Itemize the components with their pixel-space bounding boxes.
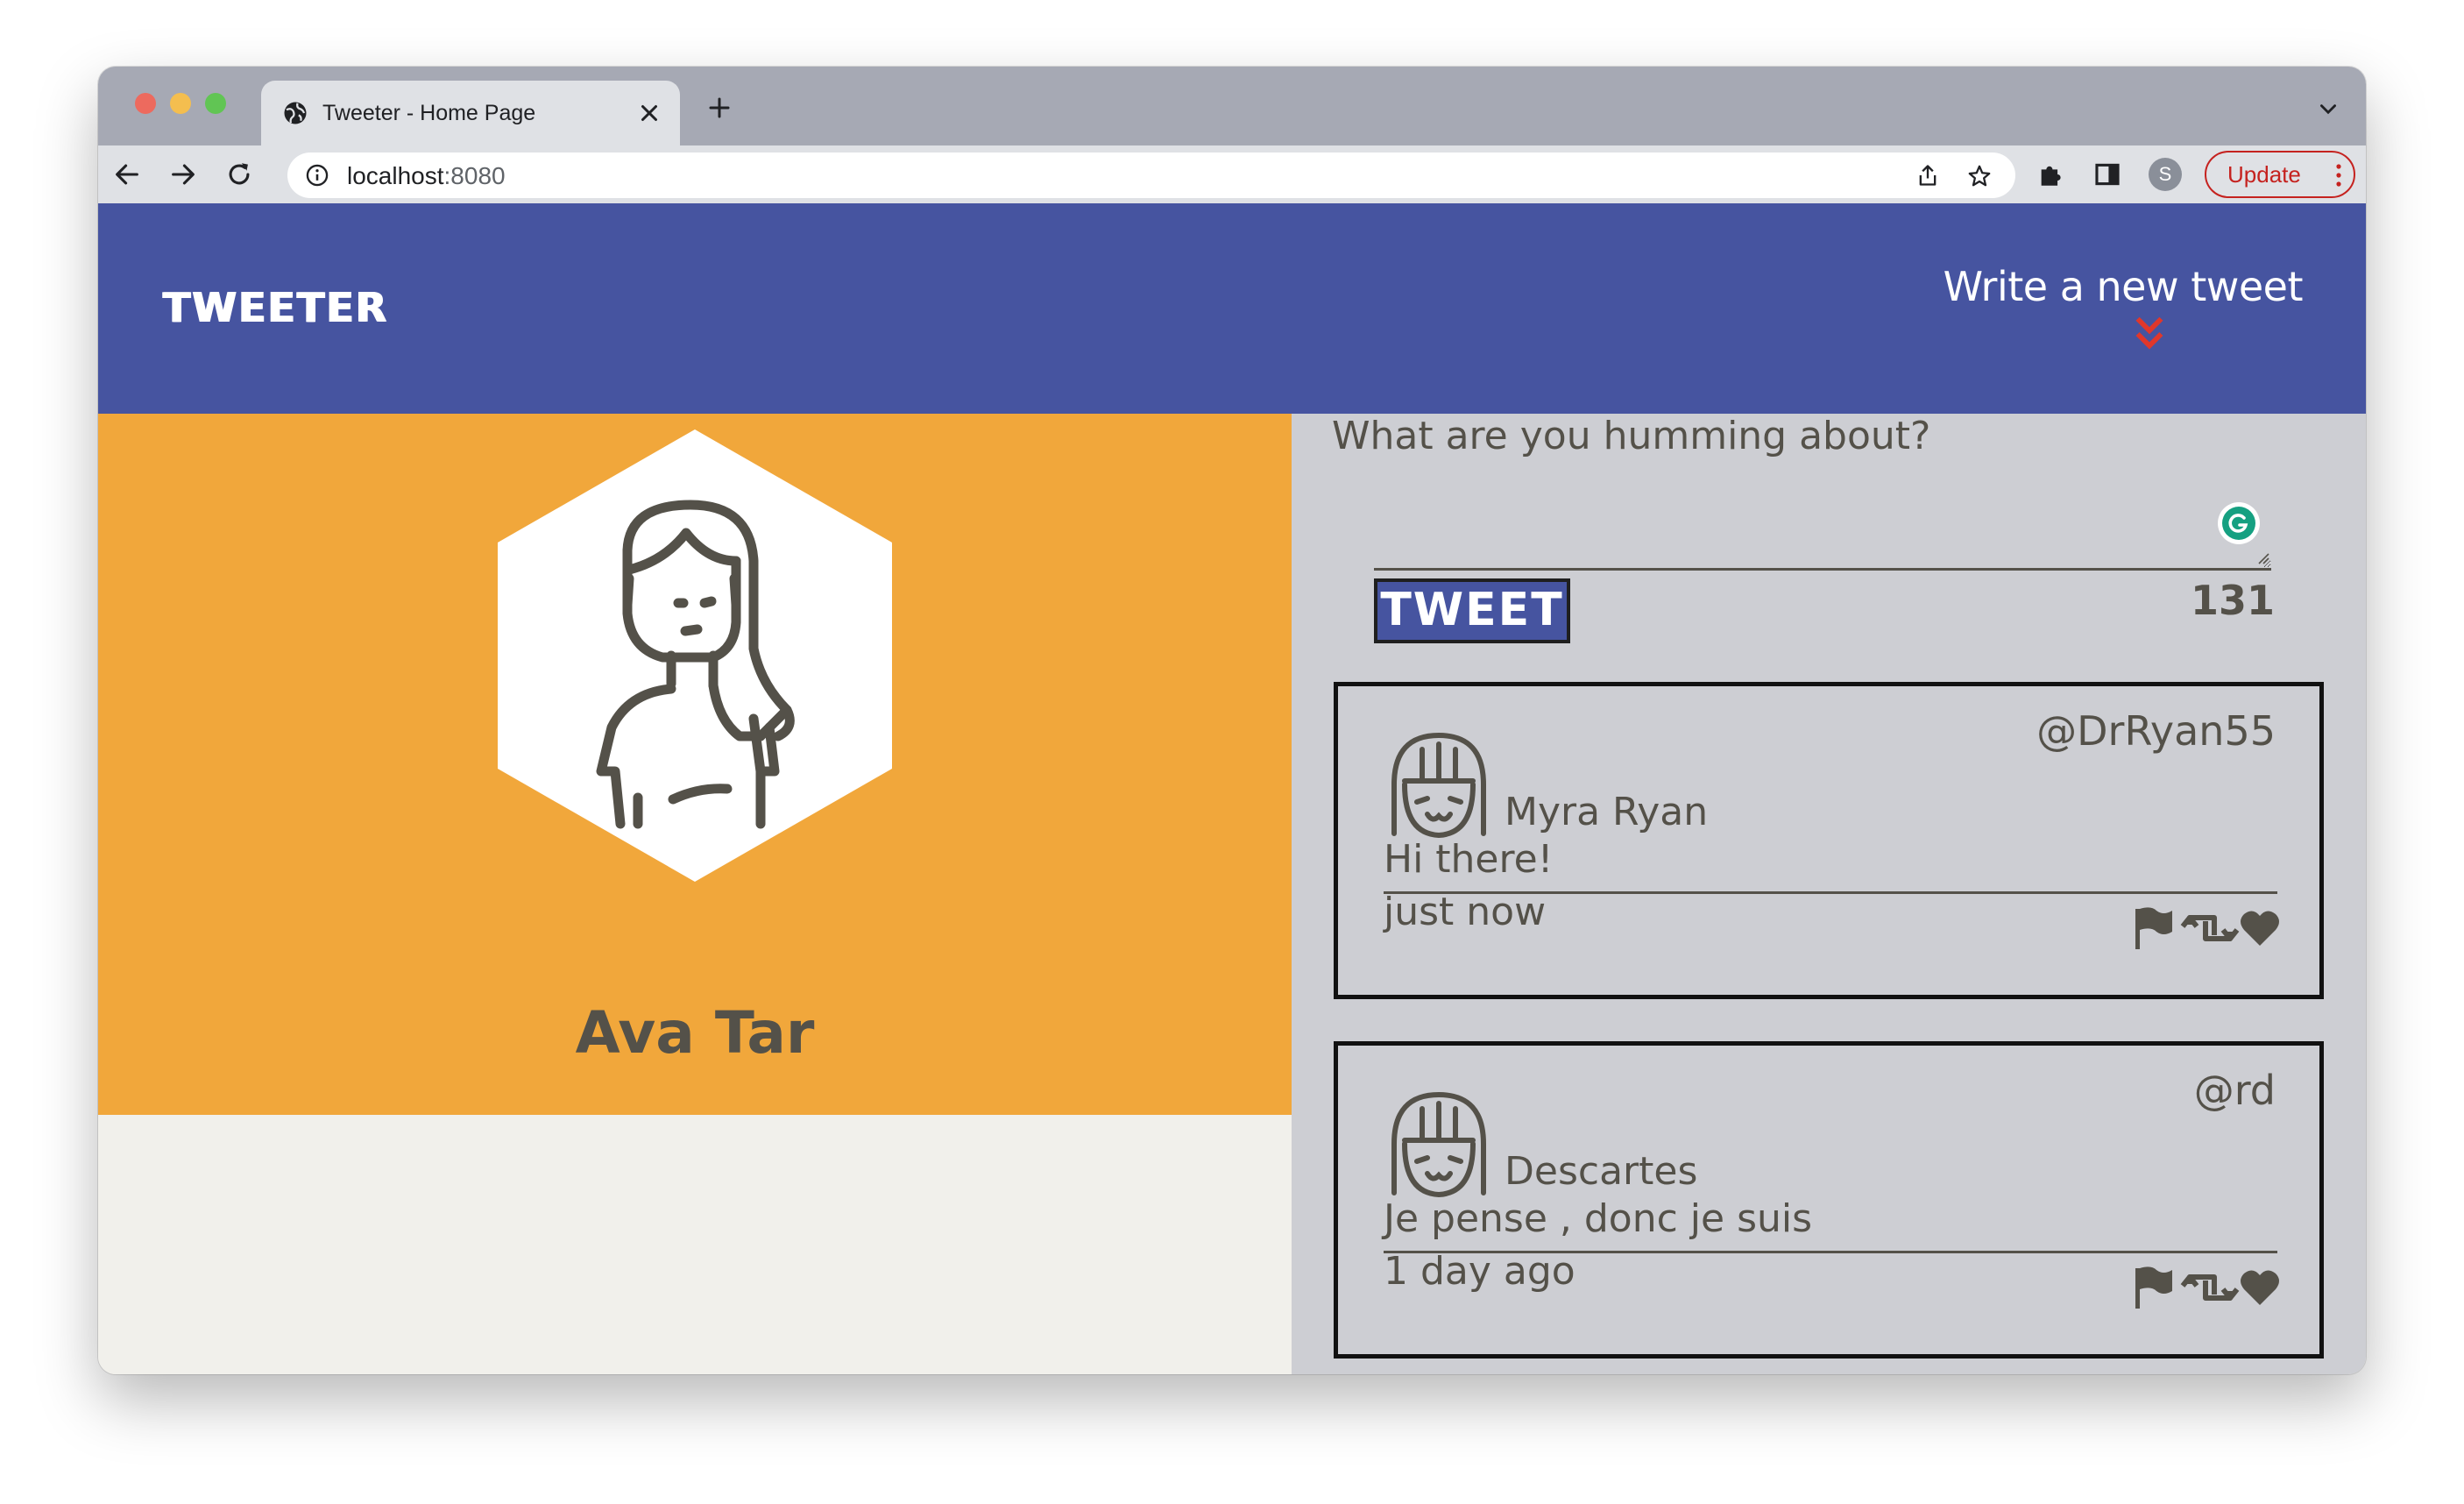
heart-icon[interactable] xyxy=(2241,1270,2279,1305)
tweet-actions xyxy=(2135,907,2279,949)
minimize-window-button[interactable] xyxy=(170,93,191,114)
maximize-window-button[interactable] xyxy=(205,93,226,114)
profile-avatar[interactable]: S xyxy=(2149,158,2182,191)
top-nav: TWEETER Write a new tweet xyxy=(98,203,2366,414)
url-text[interactable]: localhost:8080 xyxy=(347,163,506,189)
update-button[interactable]: Update xyxy=(2205,151,2355,198)
tweet-author-name: Myra Ryan xyxy=(1505,790,1709,834)
profile-name: Ava Tar xyxy=(575,999,815,1067)
tweet-timestamp: 1 day ago xyxy=(1384,1249,1575,1294)
browser-window: Tweeter - Home Page localhost:8080 S Upd… xyxy=(98,67,2366,1374)
tweet-actions xyxy=(2135,1266,2279,1309)
tweet-handle[interactable]: @rd xyxy=(2194,1067,2276,1114)
grammarly-icon[interactable] xyxy=(2217,501,2261,545)
back-arrow-icon[interactable] xyxy=(112,160,142,189)
tweet-card: @rd Descartes Je pense , donc je suis 1 … xyxy=(1334,1041,2324,1359)
tweet-handle[interactable]: @DrRyan55 xyxy=(2036,707,2276,755)
flag-icon[interactable] xyxy=(2135,907,2172,949)
tab-title: Tweeter - Home Page xyxy=(322,101,536,125)
tab-tweeter-home[interactable]: Tweeter - Home Page xyxy=(261,81,680,145)
tweet-button[interactable]: TWEET xyxy=(1374,578,1570,643)
bookmark-star-icon[interactable] xyxy=(1966,163,1993,189)
forward-arrow-icon[interactable] xyxy=(168,160,198,189)
tweet-timestamp: just now xyxy=(1384,890,1547,934)
share-icon[interactable] xyxy=(1915,163,1940,188)
tweet-card: @DrRyan55 Myra Ryan Hi there! just now xyxy=(1334,682,2324,999)
character-counter: 131 xyxy=(2190,577,2275,624)
reload-icon[interactable] xyxy=(224,160,254,189)
tweet-author-name: Descartes xyxy=(1505,1149,1698,1194)
extensions-puzzle-icon[interactable] xyxy=(2036,160,2066,189)
tweet-text: Hi there! xyxy=(1384,837,1554,882)
flag-icon[interactable] xyxy=(2135,1266,2172,1309)
double-chevron-down-icon[interactable] xyxy=(2129,314,2170,354)
browser-toolbar: localhost:8080 S Update xyxy=(98,145,2366,203)
tweet-text: Je pense , donc je suis xyxy=(1384,1196,1813,1241)
new-tab-icon[interactable] xyxy=(706,95,733,121)
close-icon[interactable] xyxy=(636,100,662,126)
tweet-feed: What are you humming about? TWEET 131 @D… xyxy=(1292,414,2366,1374)
brand-logo[interactable]: TWEETER xyxy=(163,284,388,331)
profile-avatar-hexagon xyxy=(498,429,892,882)
heart-icon[interactable] xyxy=(2241,911,2279,946)
globe-icon xyxy=(284,102,307,124)
web-page: TWEETER Write a new tweet Ava Tar What a… xyxy=(98,203,2366,1374)
side-panel-icon[interactable] xyxy=(2092,160,2122,189)
profile-section: Ava Tar xyxy=(98,414,1292,1115)
tab-strip: Tweeter - Home Page xyxy=(98,67,2366,145)
retweet-icon[interactable] xyxy=(2180,1274,2240,1301)
info-icon[interactable] xyxy=(305,163,329,188)
address-bar[interactable]: localhost:8080 xyxy=(287,153,2015,198)
user-avatar-icon xyxy=(1391,732,1486,839)
more-vert-icon[interactable] xyxy=(2336,163,2341,188)
retweet-icon[interactable] xyxy=(2180,915,2240,941)
profile-footer-area xyxy=(98,1115,1292,1374)
resize-handle[interactable] xyxy=(2255,550,2269,564)
chevron-down-icon[interactable] xyxy=(2317,98,2340,121)
close-window-button[interactable] xyxy=(135,93,156,114)
compose-prompt: What are you humming about? xyxy=(1332,414,1931,458)
user-avatar-icon xyxy=(1391,1091,1486,1198)
update-label: Update xyxy=(2227,161,2301,188)
write-new-tweet-link[interactable]: Write a new tweet xyxy=(1944,263,2304,310)
tweet-textarea[interactable] xyxy=(1374,484,2271,571)
